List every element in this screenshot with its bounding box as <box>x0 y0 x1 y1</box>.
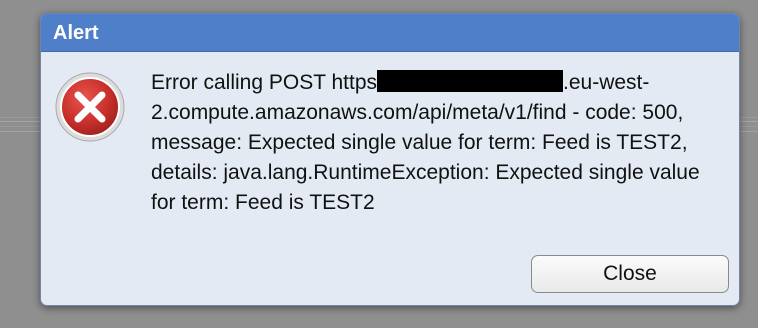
message-prefix: Error calling POST https <box>151 71 378 94</box>
close-button[interactable]: Close <box>531 255 729 293</box>
alert-dialog: Alert Error calling POST https .eu-west-2… <box>40 13 740 306</box>
redacted-block <box>377 70 564 92</box>
error-message: Error calling POST https .eu-west-2.compu… <box>151 68 721 218</box>
dialog-titlebar: Alert <box>41 14 739 52</box>
dialog-title: Alert <box>53 22 99 44</box>
error-x-icon <box>55 72 125 142</box>
